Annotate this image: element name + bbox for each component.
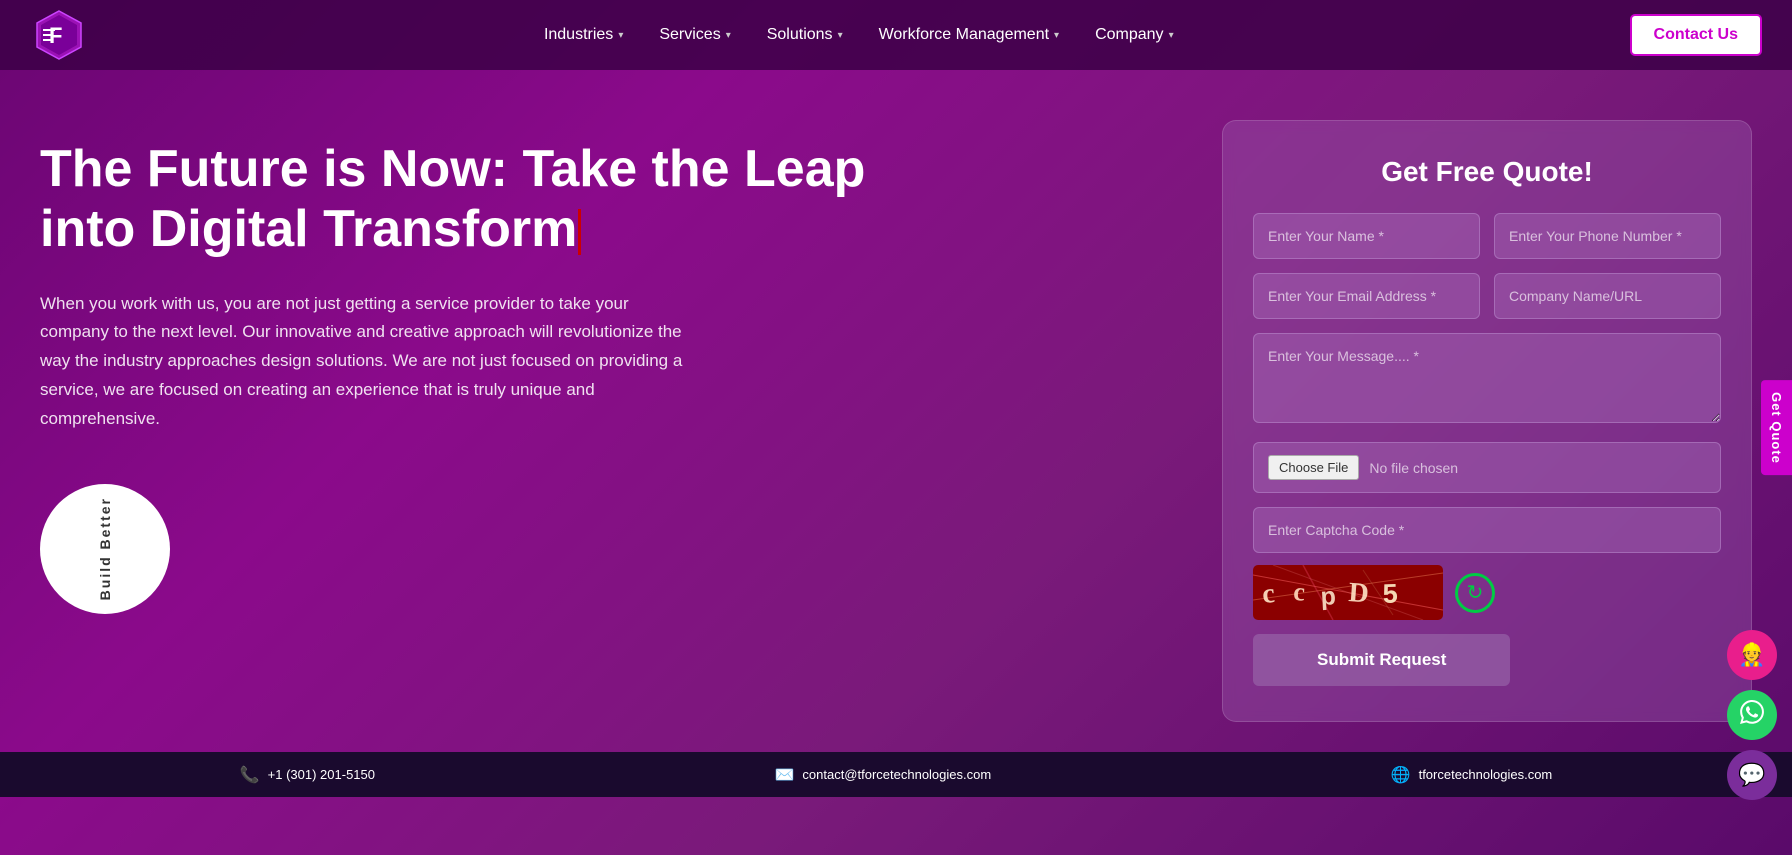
side-get-quote-tab[interactable]: Get Quote: [1761, 380, 1792, 476]
nav-item-solutions[interactable]: Solutions ▾: [749, 0, 861, 70]
hero-title-line1: The Future is Now: Take the Leap: [40, 140, 865, 198]
navbar: F Industries ▾ Services ▾ Solutions ▾: [0, 0, 1792, 70]
file-upload-row: Choose File No file chosen: [1253, 442, 1721, 493]
support-float-button[interactable]: 👷: [1727, 630, 1777, 680]
chevron-down-icon: ▾: [1169, 30, 1174, 41]
form-title: Get Free Quote!: [1253, 156, 1721, 188]
nav-menu: Industries ▾ Services ▾ Solutions ▾ Work…: [526, 0, 1192, 70]
email-icon: ✉️: [774, 765, 794, 785]
captcha-image: c c p D 5: [1253, 565, 1443, 620]
chat-icon: 💬: [1738, 762, 1765, 788]
captcha-input[interactable]: [1253, 507, 1721, 553]
contact-button[interactable]: Contact Us: [1630, 14, 1762, 56]
nav-label-industries: Industries: [544, 26, 613, 44]
quote-form-card: Get Free Quote! Choose File No file chos…: [1222, 120, 1752, 722]
svg-text:c: c: [1261, 578, 1276, 610]
company-input[interactable]: [1494, 273, 1721, 319]
form-row-email-company: [1253, 273, 1721, 319]
nav-label-services: Services: [659, 26, 720, 44]
chat-float-button[interactable]: 💬: [1727, 750, 1777, 800]
nav-link-solutions[interactable]: Solutions ▾: [749, 0, 861, 70]
file-label: No file chosen: [1369, 460, 1458, 476]
nav-item-industries[interactable]: Industries ▾: [526, 0, 641, 70]
nav-link-services[interactable]: Services ▾: [641, 0, 748, 70]
hero-section: The Future is Now: Take the Leap into Di…: [40, 120, 1182, 614]
chevron-down-icon: ▾: [838, 30, 843, 41]
hero-title-line2: into Digital Transform: [40, 200, 577, 258]
nav-item-workforce[interactable]: Workforce Management ▾: [861, 0, 1077, 70]
footer-website-text: tforcetechnologies.com: [1419, 767, 1553, 782]
refresh-icon: ↻: [1467, 580, 1484, 605]
whatsapp-float-button[interactable]: [1727, 690, 1777, 740]
form-row-name-phone: [1253, 213, 1721, 259]
nav-link-industries[interactable]: Industries ▾: [526, 0, 641, 70]
build-better-circle: Build Better: [40, 484, 170, 614]
phone-input[interactable]: [1494, 213, 1721, 259]
captcha-refresh-button[interactable]: ↻: [1455, 573, 1495, 613]
website-icon: 🌐: [1391, 765, 1411, 785]
submit-button[interactable]: Submit Request: [1253, 634, 1510, 686]
nav-label-workforce: Workforce Management: [879, 26, 1049, 44]
footer-website: 🌐 tforcetechnologies.com: [1391, 765, 1553, 785]
footer-bar: 📞 +1 (301) 201-5150 ✉️ contact@tforcetec…: [0, 752, 1792, 797]
chevron-down-icon: ▾: [1054, 30, 1059, 41]
text-cursor: [578, 209, 581, 256]
nav-item-services[interactable]: Services ▾: [641, 0, 748, 70]
footer-phone-text: +1 (301) 201-5150: [268, 767, 375, 782]
build-better-text: Build Better: [97, 497, 113, 600]
support-icon: 👷: [1738, 642, 1765, 668]
message-textarea[interactable]: [1253, 333, 1721, 423]
chevron-down-icon: ▾: [726, 30, 731, 41]
footer-email: ✉️ contact@tforcetechnologies.com: [774, 765, 991, 785]
hero-title: The Future is Now: Take the Leap into Di…: [40, 140, 1182, 260]
captcha-row: c c p D 5 ↻: [1253, 507, 1721, 620]
footer-phone: 📞 +1 (301) 201-5150: [240, 765, 375, 785]
logo[interactable]: F: [30, 6, 88, 64]
choose-file-button[interactable]: Choose File: [1268, 455, 1359, 480]
nav-link-workforce[interactable]: Workforce Management ▾: [861, 0, 1077, 70]
nav-label-solutions: Solutions: [767, 26, 833, 44]
chevron-down-icon: ▾: [618, 30, 623, 41]
phone-icon: 📞: [240, 765, 260, 785]
file-input-wrapper: Choose File No file chosen: [1253, 442, 1721, 493]
hero-description: When you work with us, you are not just …: [40, 290, 700, 434]
captcha-image-row: c c p D 5 ↻: [1253, 565, 1721, 620]
svg-text:D: D: [1348, 577, 1370, 609]
nav-label-company: Company: [1095, 26, 1163, 44]
svg-text:p: p: [1320, 582, 1337, 611]
footer-email-text: contact@tforcetechnologies.com: [802, 767, 991, 782]
navbar-brand: F: [30, 6, 88, 64]
email-input[interactable]: [1253, 273, 1480, 319]
svg-text:5: 5: [1382, 578, 1398, 609]
whatsapp-icon: [1740, 700, 1764, 730]
floating-buttons: 👷 💬: [1727, 630, 1777, 800]
name-input[interactable]: [1253, 213, 1480, 259]
nav-link-company[interactable]: Company ▾: [1077, 0, 1192, 70]
main-content: The Future is Now: Take the Leap into Di…: [0, 70, 1792, 752]
nav-item-company[interactable]: Company ▾: [1077, 0, 1192, 70]
svg-text:c: c: [1293, 577, 1306, 607]
